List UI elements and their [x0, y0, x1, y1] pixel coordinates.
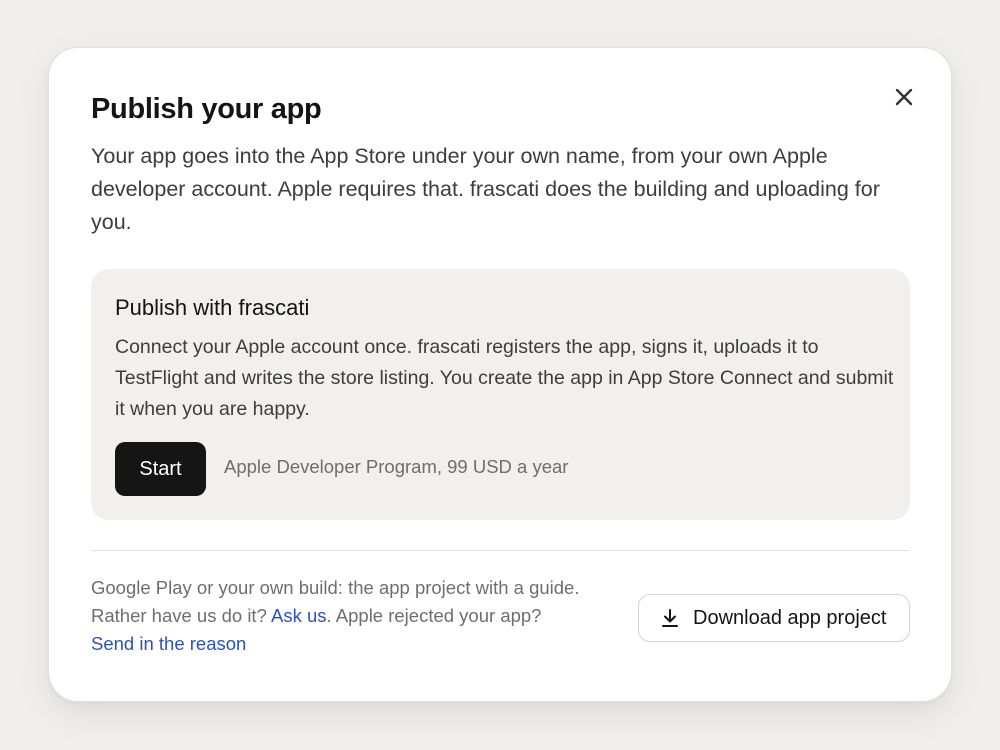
dialog-title: Publish your app: [91, 93, 322, 125]
close-icon: [895, 88, 913, 106]
download-app-project-button[interactable]: Download app project: [638, 594, 910, 642]
close-button[interactable]: [891, 84, 917, 110]
footer-text: Google Play or your own build: the app p…: [91, 574, 581, 658]
card-description: Connect your Apple account once. frascat…: [115, 336, 894, 420]
download-button-label: Download app project: [693, 606, 887, 629]
footer-text-part-2: . Apple rejected your app?: [326, 605, 542, 626]
download-icon: [659, 607, 681, 629]
developer-program-note: Apple Developer Program, 99 USD a year: [224, 456, 569, 477]
publish-dialog: Publish your app Your app goes into the …: [48, 47, 952, 702]
send-reason-link[interactable]: Send in the reason: [91, 633, 246, 654]
dialog-intro: Your app goes into the App Store under y…: [91, 144, 880, 234]
card-title: Publish with frascati: [115, 295, 310, 320]
divider: [91, 550, 910, 551]
ask-us-link[interactable]: Ask us: [271, 605, 327, 626]
publish-with-frascati-card: Publish with frascati Connect your Apple…: [91, 269, 910, 520]
start-button[interactable]: Start: [115, 442, 206, 496]
